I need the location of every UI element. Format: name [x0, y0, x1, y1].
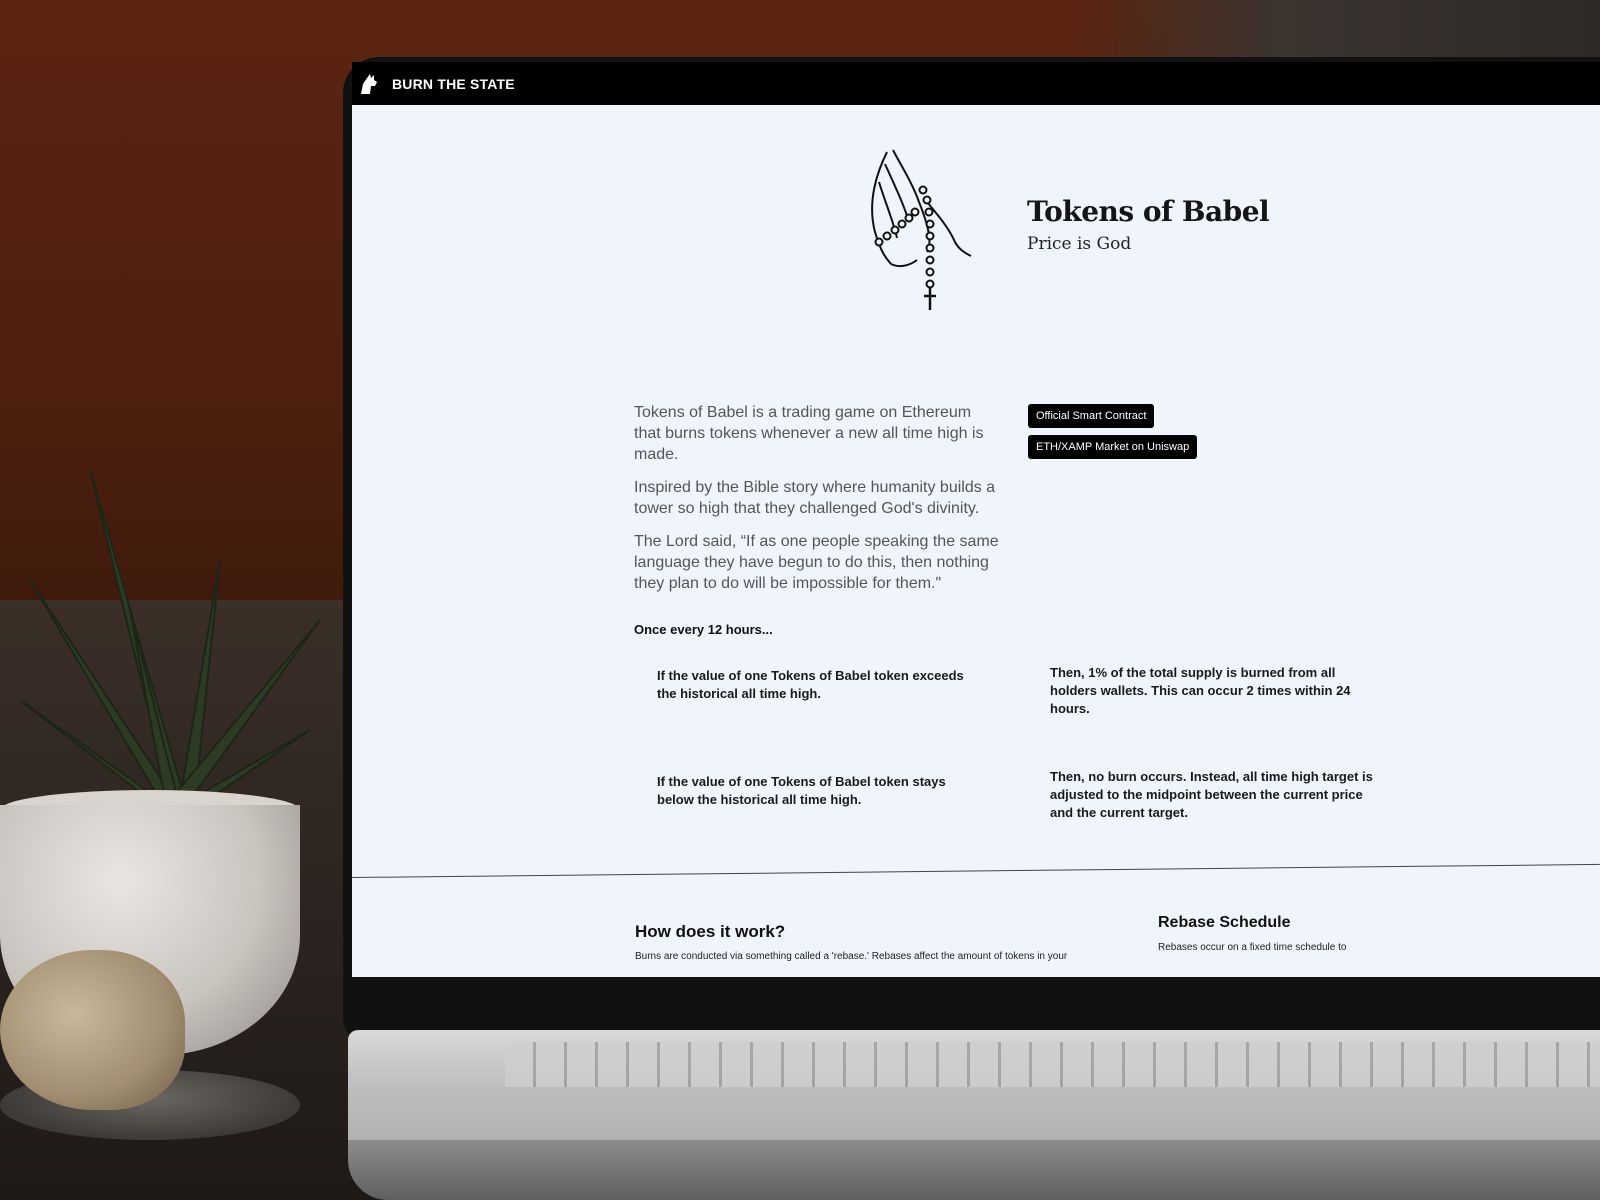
section-divider — [352, 863, 1600, 878]
official-smart-contract-button[interactable]: Official Smart Contract — [1028, 404, 1155, 428]
intro-text: Tokens of Babel is a trading game on Eth… — [634, 402, 999, 606]
page-title: Tokens of Babel — [1027, 195, 1270, 228]
praying-hands-rosary-icon — [871, 149, 972, 310]
page-subtitle: Price is God — [1027, 234, 1132, 254]
laptop-keyboard — [505, 1042, 1600, 1087]
link-buttons: Official Smart Contract ETH/XAMP Market … — [1028, 404, 1198, 466]
stone-decoration — [0, 950, 185, 1110]
rule-condition-below: If the value of one Tokens of Babel toke… — [657, 774, 946, 807]
plant-illustration — [20, 470, 320, 807]
rule-result-no-burn: Then, no burn occurs. Instead, all time … — [1050, 769, 1373, 820]
rule-result-burn: Then, 1% of the total supply is burned f… — [1050, 665, 1351, 716]
intro-paragraph-1: Tokens of Babel is a trading game on Eth… — [634, 404, 984, 463]
rules-heading: Once every 12 hours... — [634, 622, 773, 637]
cat-logo-icon[interactable] — [358, 72, 380, 96]
brand-name[interactable]: BURN THE STATE — [392, 76, 515, 92]
how-it-works-text: Burns are conducted via something called… — [635, 951, 1068, 962]
uniswap-market-button[interactable]: ETH/XAMP Market on Uniswap — [1028, 435, 1198, 459]
intro-paragraph-2: Inspired by the Bible story where humani… — [634, 479, 996, 517]
laptop-base-edge — [348, 1140, 1600, 1200]
rebase-schedule-text: Rebases occur on a fixed time schedule t… — [1158, 942, 1347, 953]
intro-paragraph-3: The Lord said, “If as one people speakin… — [634, 533, 999, 592]
how-it-works-heading: How does it work? — [635, 922, 786, 941]
rule-condition-exceeds: If the value of one Tokens of Babel toke… — [657, 668, 964, 701]
top-nav-bar: BURN THE STATE — [352, 62, 1600, 105]
rebase-schedule-heading: Rebase Schedule — [1158, 914, 1291, 931]
laptop-screen: BURN THE STATE Tokens of Babel Price is … — [352, 62, 1600, 977]
